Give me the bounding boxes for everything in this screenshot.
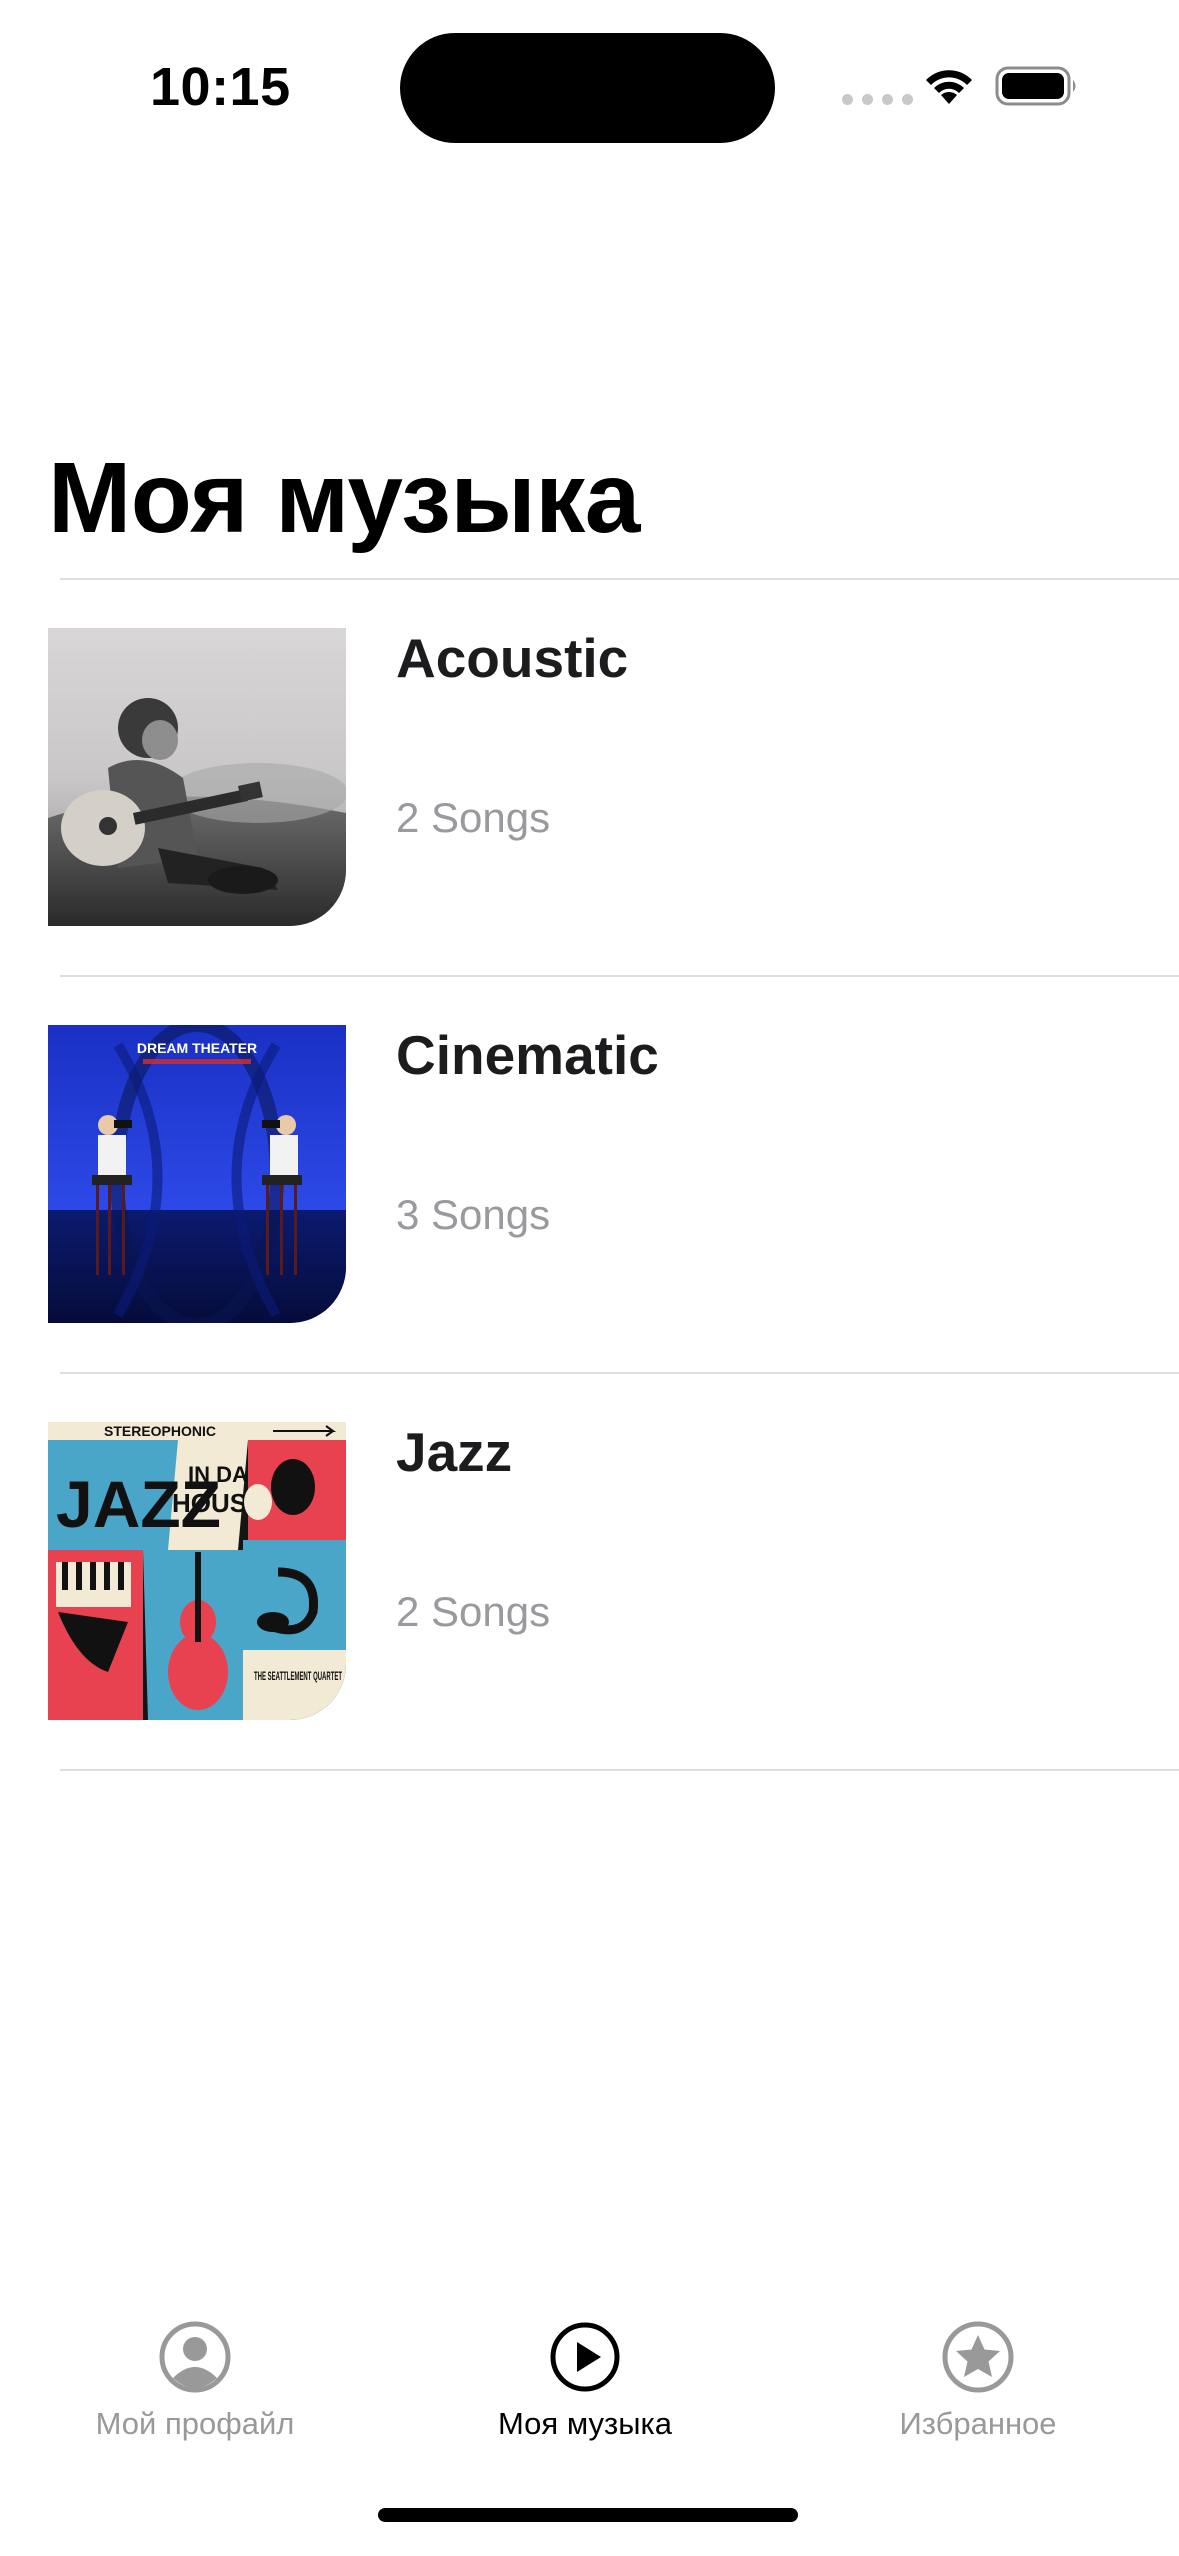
tab-label: Мой профайл [95, 2406, 295, 2441]
tab-favorites[interactable]: Избранное [828, 2320, 1128, 2442]
home-indicator [378, 2508, 798, 2522]
jazz-in-da-house-cover-image: STEREOPHONIC JAZZ IN DA HOUSE THE SEATTL… [48, 1422, 346, 1720]
star-circle-icon [942, 2321, 1014, 2393]
divider [60, 1769, 1179, 1771]
page-title: Моя музыка [48, 442, 640, 554]
play-circle-icon [550, 2322, 620, 2392]
playlist-song-count: 3 Songs [396, 1191, 551, 1238]
playlist-list: Acoustic 2 Songs DREAM THEATER Cinematic… [0, 578, 1179, 1771]
tab-label: Моя музыка [498, 2406, 672, 2441]
battery-icon [995, 66, 1076, 106]
acoustic-cover-image [48, 628, 346, 926]
wifi-icon [926, 70, 972, 104]
playlist-row-jazz[interactable]: STEREOPHONIC JAZZ IN DA HOUSE THE SEATTL… [0, 1374, 1179, 1769]
tab-my-music[interactable]: Моя музыка [435, 2320, 735, 2442]
playlist-row-cinematic[interactable]: DREAM THEATER Cinematic 3 Songs [0, 977, 1179, 1372]
cover-in-da-text: IN DA [188, 1462, 248, 1487]
dynamic-island [400, 33, 775, 143]
playlist-song-count: 2 Songs [396, 1588, 551, 1635]
cellular-signal-icon [842, 94, 913, 105]
playlist-title: Jazz [396, 1421, 513, 1483]
playlist-title: Acoustic [396, 627, 629, 689]
playlist-song-count: 2 Songs [396, 794, 551, 841]
playlist-row-acoustic[interactable]: Acoustic 2 Songs [0, 580, 1179, 975]
tab-bar: Мой профайл Моя музыка Избранное [0, 2300, 1179, 2460]
person-circle-icon [159, 2321, 231, 2393]
playlist-title: Cinematic [396, 1024, 659, 1086]
tab-label: Избранное [899, 2406, 1057, 2441]
tab-my-profile[interactable]: Мой профайл [45, 2320, 345, 2442]
cover-band-text: THE SEATTLEMENT QUARTET [254, 1669, 342, 1683]
dream-theater-cover-image: DREAM THEATER [48, 1025, 346, 1323]
cover-banner-text: STEREOPHONIC [104, 1423, 216, 1439]
cover-band-name: DREAM THEATER [137, 1040, 257, 1056]
status-time: 10:15 [150, 57, 291, 117]
